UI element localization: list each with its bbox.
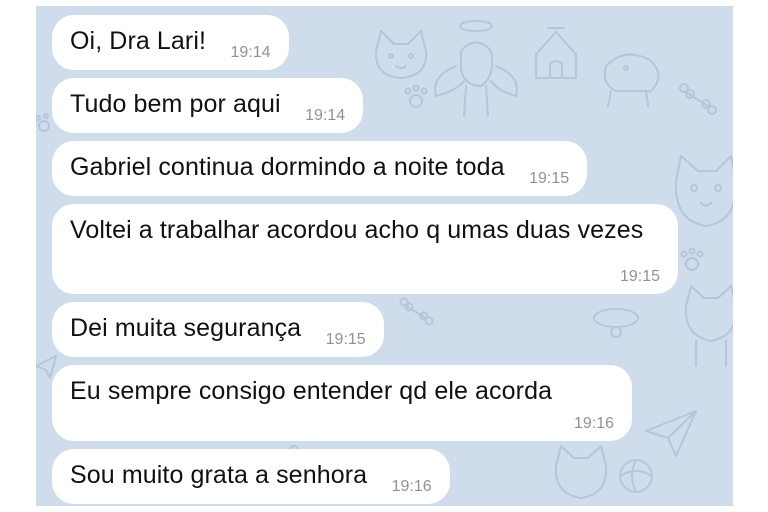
chat-area[interactable]: Oi, Dra Lari! 19:14 Tudo bem por aqui 19… — [36, 6, 733, 506]
cat-icon — [674, 155, 733, 227]
dog-icon — [603, 53, 660, 107]
paw-icon — [36, 113, 50, 132]
message-text: Voltei a trabalhar acordou acho q umas d… — [70, 216, 644, 244]
dog-icon — [434, 20, 518, 117]
message-bubble[interactable]: Sou muito grata a senhora 19:16 — [52, 449, 450, 504]
message-timestamp: 19:16 — [391, 478, 432, 495]
collar-icon — [593, 308, 639, 338]
paw-icon — [404, 84, 428, 108]
cat-icon — [554, 445, 608, 499]
message-text: Gabriel continua dormindo a noite toda — [70, 153, 505, 181]
message-timestamp: 19:16 — [573, 415, 614, 432]
message-text: Tudo bem por aqui — [70, 90, 281, 118]
message-timestamp: 19:15 — [619, 268, 660, 285]
message-bubble[interactable]: Eu sempre consigo entender qd ele acorda… — [52, 365, 632, 441]
bone-icon — [399, 297, 434, 326]
bone-icon — [679, 83, 717, 115]
message-text: Oi, Dra Lari! — [70, 27, 207, 55]
ball-icon — [619, 459, 653, 493]
message-text: Sou muito grata a senhora — [70, 461, 368, 489]
message-timestamp: 19:15 — [529, 170, 570, 187]
doghouse-icon — [535, 27, 577, 79]
message-bubble[interactable]: Gabriel continua dormindo a noite toda 1… — [52, 141, 588, 196]
message-timestamp: 19:14 — [230, 44, 271, 61]
paper-plane-icon — [36, 355, 57, 379]
message-timestamp: 19:14 — [305, 107, 346, 124]
paw-icon — [680, 247, 704, 271]
cat-icon — [684, 285, 733, 367]
message-bubble[interactable]: Oi, Dra Lari! 19:14 — [52, 15, 289, 70]
message-timestamp: 19:15 — [325, 331, 366, 348]
message-text: Eu sempre consigo entender qd ele acorda — [70, 377, 553, 405]
cat-icon — [374, 30, 428, 79]
message-bubble[interactable]: Voltei a trabalhar acordou acho q umas d… — [52, 204, 678, 294]
message-bubble[interactable]: Dei muita segurança 19:15 — [52, 302, 384, 357]
message-bubble[interactable]: Tudo bem por aqui 19:14 — [52, 78, 364, 133]
message-text: Dei muita segurança — [70, 314, 302, 342]
paper-plane-icon — [645, 410, 697, 457]
